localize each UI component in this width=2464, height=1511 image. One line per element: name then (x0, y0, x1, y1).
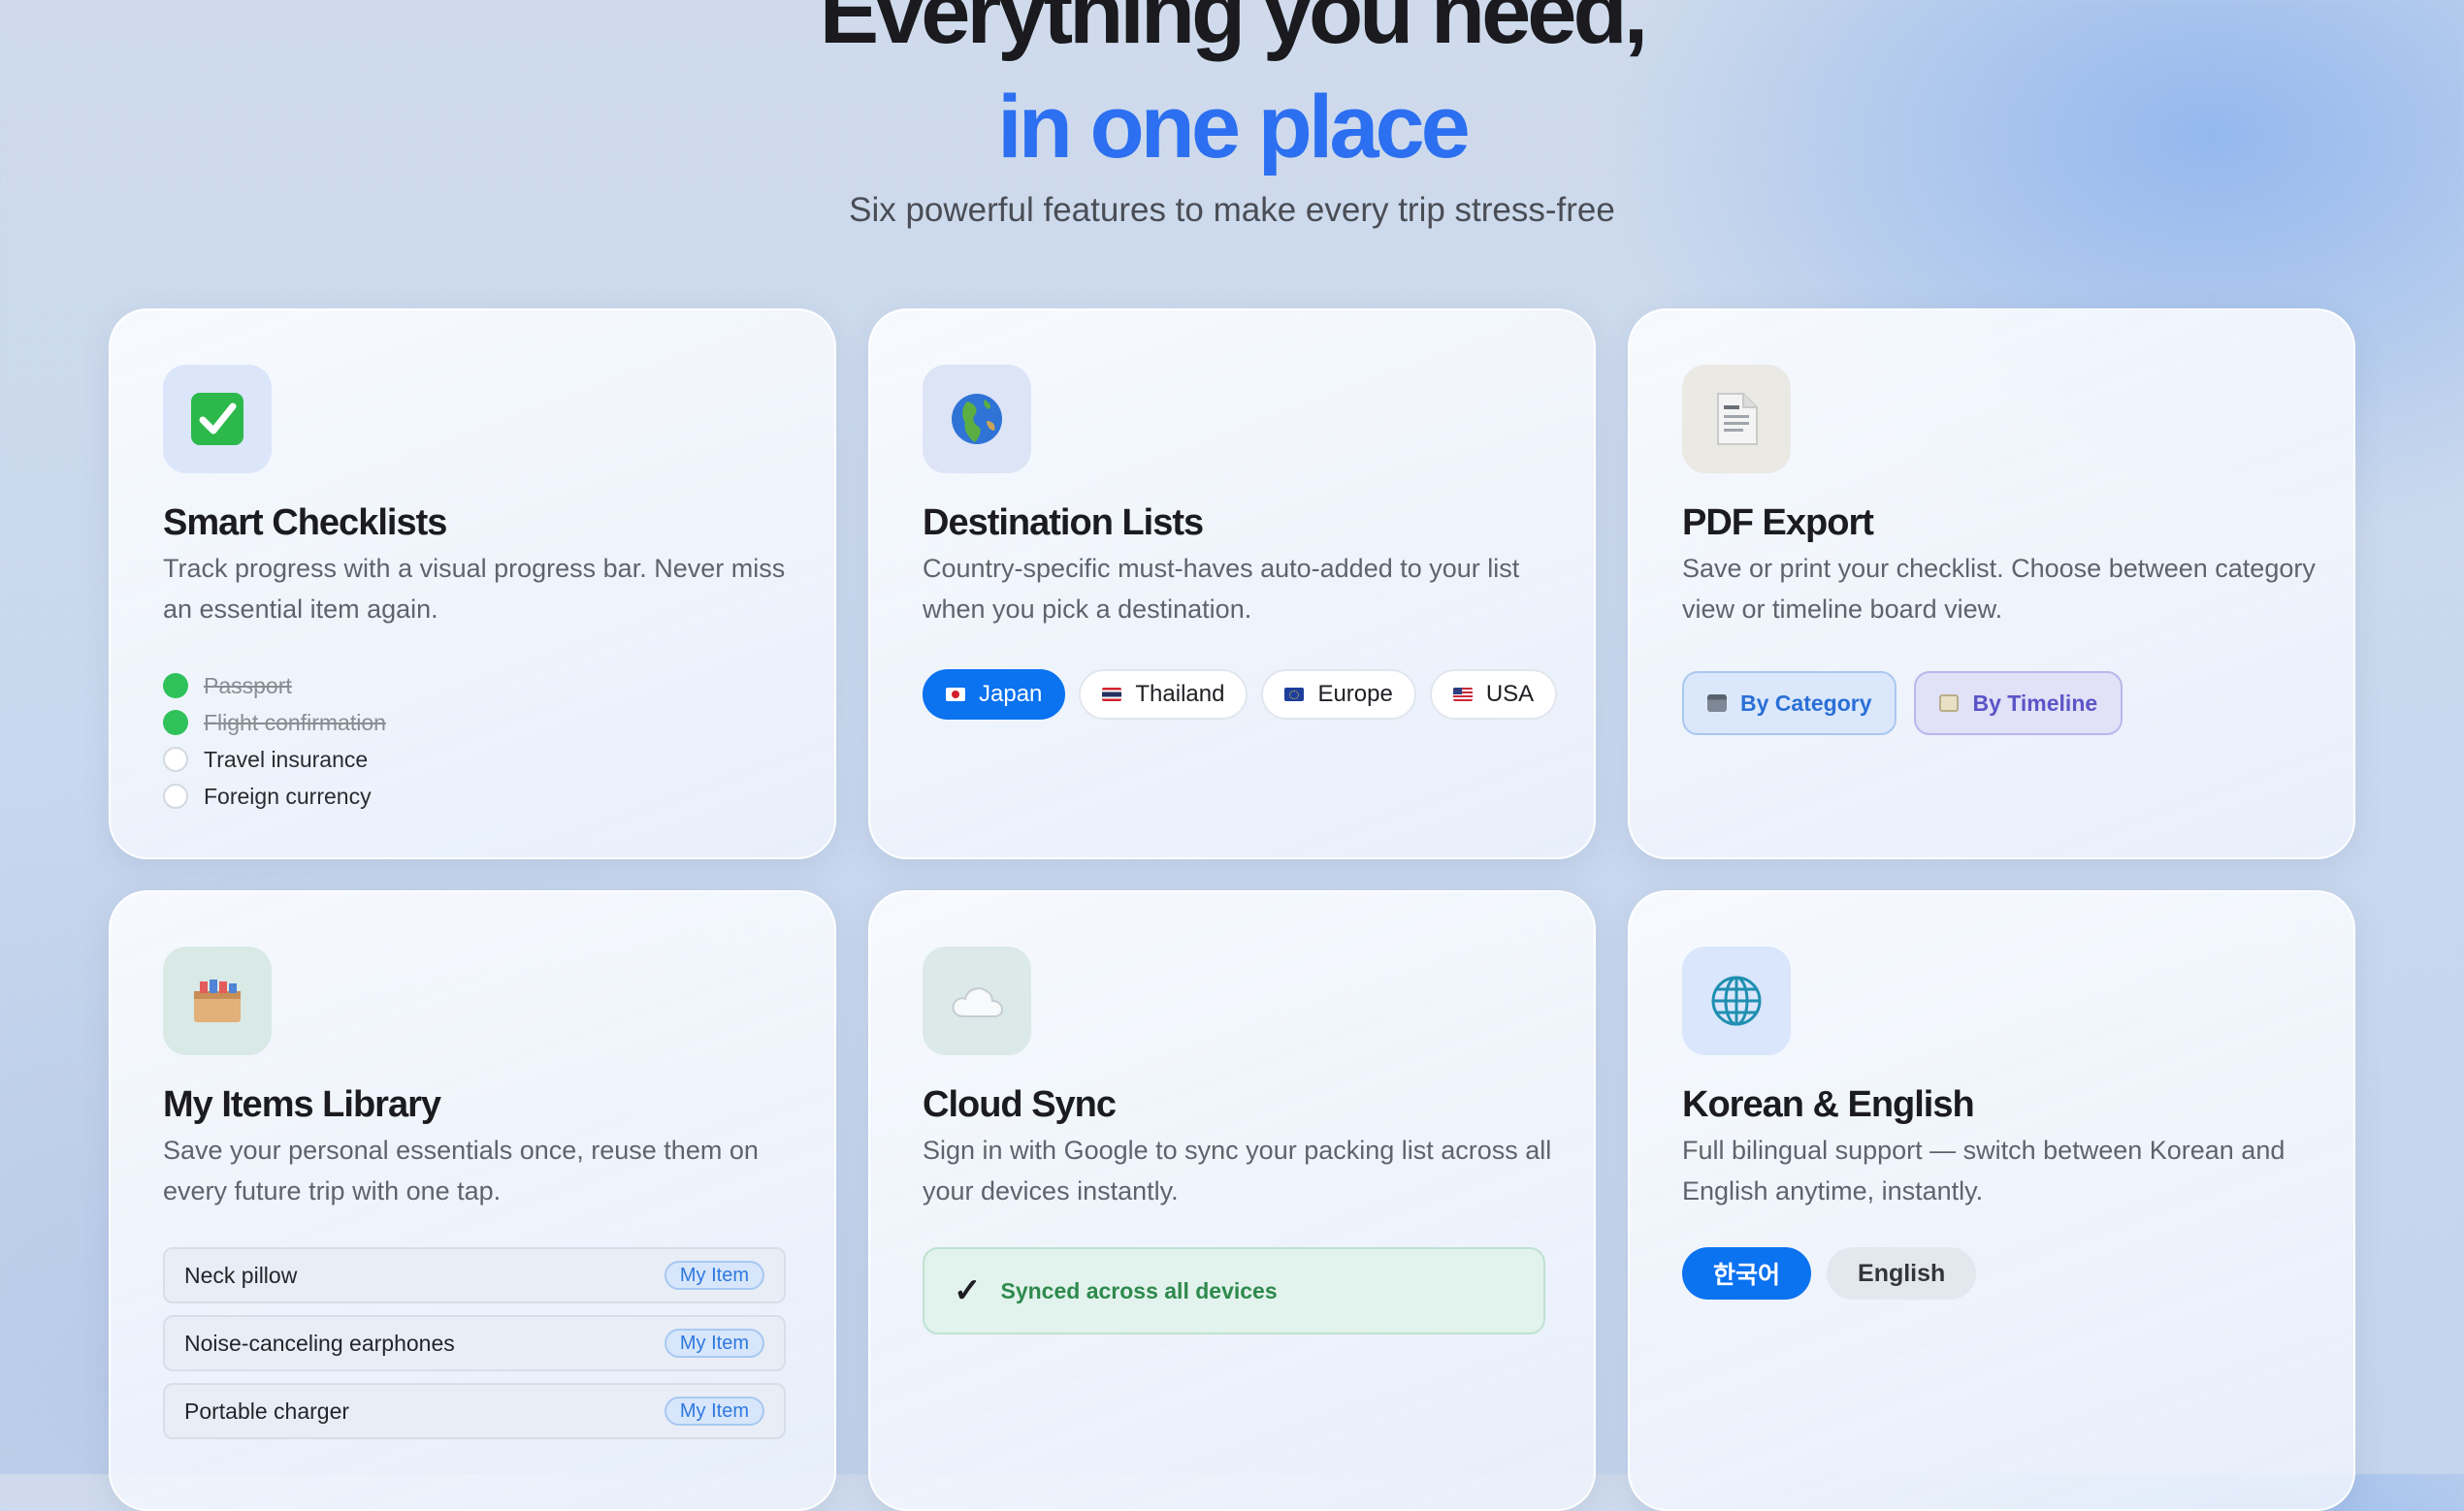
card-title: Korean & English (1682, 1084, 1975, 1125)
card-title: PDF Export (1682, 502, 1874, 543)
checked-circle-icon (163, 673, 188, 698)
card-title: Cloud Sync (923, 1084, 1117, 1125)
feature-card-pdf-export: PDF Export Save or print your checklist.… (1628, 308, 2355, 859)
my-item-badge: My Item (664, 1329, 764, 1358)
checklist-item[interactable]: Flight confirmation (163, 704, 386, 741)
by-timeline-button[interactable]: By Timeline (1914, 671, 2124, 735)
card-description: Sign in with Google to sync your packing… (923, 1136, 1552, 1206)
card-title: Destination Lists (923, 502, 1204, 543)
sync-status-banner: ✓ Synced across all devices (923, 1247, 1545, 1334)
feature-card-cloud-sync: Cloud Sync Sign in with Google to sync y… (868, 890, 1596, 1511)
checklist-item-label: Travel insurance (204, 746, 369, 772)
feature-card-korean-english: Korean & English Full bilingual support … (1628, 890, 2355, 1511)
feature-card-destination-lists: Destination Lists Country-specific must-… (868, 308, 1596, 859)
empty-circle-icon (163, 784, 188, 809)
card-description: Full bilingual support — switch between … (1682, 1136, 2286, 1206)
checklist-item[interactable]: Foreign currency (163, 778, 386, 815)
hero-title-line1: Everything you need, (819, 0, 1648, 62)
item-label: Noise-canceling earphones (184, 1330, 455, 1356)
card-title: Smart Checklists (163, 502, 447, 543)
checklist-item[interactable]: Travel insurance (163, 741, 386, 778)
card-title: My Items Library (163, 1084, 441, 1125)
destination-chip-usa[interactable]: USA (1429, 669, 1558, 720)
list-item[interactable]: Noise-canceling earphones My Item (163, 1315, 786, 1371)
button-label: By Category (1740, 690, 1872, 716)
list-item[interactable]: Neck pillow My Item (163, 1247, 786, 1303)
feature-card-smart-checklists: Smart Checklists Track progress with a v… (109, 308, 836, 859)
usa-flag-icon (1452, 688, 1473, 701)
eu-flag-icon (1284, 688, 1305, 701)
export-view-options: By Category By Timeline (1682, 671, 2124, 735)
globe-icon (923, 365, 1031, 473)
chip-label: Japan (979, 681, 1043, 707)
document-icon (1682, 365, 1791, 473)
notepad-icon (1939, 694, 1960, 712)
button-label: By Timeline (1972, 690, 2098, 716)
destination-chip-japan[interactable]: Japan (923, 669, 1066, 720)
my-items-list: Neck pillow My Item Noise-canceling earp… (163, 1247, 786, 1451)
feature-card-my-items-library: My Items Library Save your personal esse… (109, 890, 836, 1511)
globe-grid-icon (1682, 947, 1791, 1055)
hero-title-line2: in one place (997, 78, 1471, 177)
destination-chip-thailand[interactable]: Thailand (1079, 669, 1248, 720)
language-option-english[interactable]: English (1827, 1247, 1977, 1300)
checklist-item[interactable]: Passport (163, 667, 386, 704)
check-icon: ✓ (954, 1272, 982, 1309)
chip-label: Thailand (1135, 681, 1225, 707)
checklist-item-label: Flight confirmation (204, 709, 386, 735)
destination-chip-europe[interactable]: Europe (1261, 669, 1416, 720)
cloud-icon (923, 947, 1031, 1055)
checklist-item-label: Passport (204, 672, 292, 698)
language-toggle: 한국어 English (1682, 1247, 1977, 1300)
destination-chips: Japan Thailand Europe USA (923, 669, 1558, 720)
item-label: Neck pillow (184, 1262, 298, 1288)
list-item[interactable]: Portable charger My Item (163, 1383, 786, 1439)
hero-subtitle: Six powerful features to make every trip… (849, 191, 1615, 229)
card-description: Save or print your checklist. Choose bet… (1682, 554, 2316, 624)
sync-status-text: Synced across all devices (1000, 1277, 1278, 1303)
chip-label: Europe (1317, 681, 1393, 707)
language-option-korean[interactable]: 한국어 (1682, 1247, 1812, 1300)
thailand-flag-icon (1102, 688, 1122, 701)
card-description: Track progress with a visual progress ba… (163, 554, 786, 624)
by-category-button[interactable]: By Category (1682, 671, 1897, 735)
check-box-icon (163, 365, 272, 473)
folder-icon (1707, 694, 1727, 712)
item-label: Portable charger (184, 1398, 350, 1424)
card-description: Save your personal essentials once, reus… (163, 1136, 759, 1206)
empty-circle-icon (163, 747, 188, 772)
checked-circle-icon (163, 710, 188, 735)
japan-flag-icon (946, 688, 965, 701)
my-item-badge: My Item (664, 1261, 764, 1290)
my-item-badge: My Item (664, 1397, 764, 1426)
chip-label: USA (1485, 681, 1535, 707)
checklist-preview: Passport Flight confirmation Travel insu… (163, 667, 386, 815)
card-description: Country-specific must-haves auto-added t… (923, 554, 1520, 624)
checklist-item-label: Foreign currency (204, 783, 372, 809)
box-icon (163, 947, 272, 1055)
